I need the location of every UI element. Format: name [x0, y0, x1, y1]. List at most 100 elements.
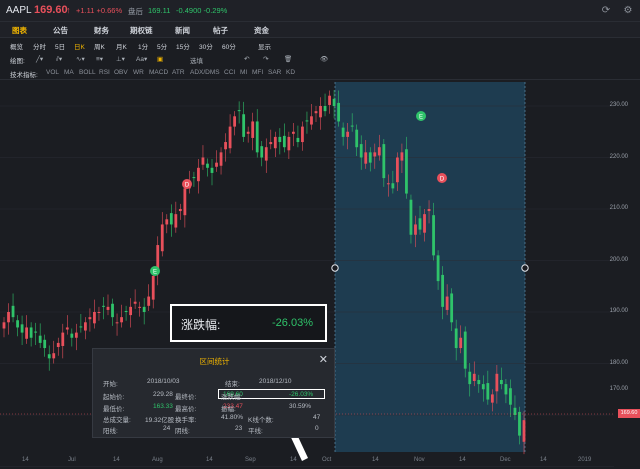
- candle-body: [282, 135, 286, 148]
- drawing-label: 绘图:: [10, 58, 25, 65]
- indicator-wr[interactable]: WR: [133, 69, 144, 76]
- tab-chart[interactable]: 图表: [12, 25, 27, 36]
- candle-body: [364, 152, 368, 164]
- indicator-boll[interactable]: BOLL: [79, 69, 96, 76]
- select-fill-button[interactable]: 选填: [190, 55, 203, 65]
- tab-announcements[interactable]: 公告: [53, 25, 68, 36]
- period-monthly[interactable]: 月K: [116, 41, 127, 51]
- text-tool-icon[interactable]: Aa▾: [136, 55, 147, 63]
- x-tick-label: 14: [206, 457, 213, 463]
- candle-body: [165, 219, 169, 225]
- indicator-ma[interactable]: MA: [64, 69, 74, 76]
- x-tick-label: 14: [22, 457, 29, 463]
- period-5day[interactable]: 5日: [55, 41, 65, 51]
- fib-tool-icon[interactable]: ≡▾: [96, 55, 103, 63]
- x-tick-label: 14: [540, 457, 547, 463]
- close-icon[interactable]: ✕: [319, 353, 328, 366]
- stat-key: K线个数:: [248, 417, 274, 424]
- selection-range[interactable]: [335, 82, 525, 452]
- main-tabs: 图表 公告 财务 期权链 新闻 帖子 资金: [0, 22, 640, 38]
- indicator-atr[interactable]: ATR: [172, 69, 185, 76]
- candle-body: [133, 301, 137, 304]
- candle-body: [518, 411, 521, 436]
- candle-body: [269, 142, 273, 145]
- range-end-handle[interactable]: [521, 264, 529, 272]
- range-start-handle[interactable]: [331, 264, 339, 272]
- start-label: 开始:: [103, 381, 118, 388]
- pattern-tool-icon[interactable]: ∿▾: [76, 55, 85, 63]
- x-tick-label: 14: [372, 457, 379, 463]
- period-15min[interactable]: 15分: [176, 41, 190, 51]
- stat-key: 阳线:: [103, 428, 118, 435]
- candle-body: [346, 131, 350, 137]
- indicator-macd[interactable]: MACD: [149, 69, 168, 76]
- candle-body: [7, 312, 10, 323]
- period-60min[interactable]: 60分: [222, 41, 236, 51]
- candle-body: [255, 121, 259, 153]
- tab-options-chain[interactable]: 期权链: [130, 25, 153, 36]
- stat-value: 229.28: [153, 391, 173, 398]
- earnings-marker[interactable]: E: [416, 111, 426, 121]
- redo-icon[interactable]: ↷: [263, 55, 268, 63]
- line-tool-icon[interactable]: ╱▾: [36, 55, 43, 63]
- after-hours-change: -0.4900 -0.29%: [176, 6, 228, 15]
- earnings-marker[interactable]: E: [150, 266, 160, 276]
- candle-body: [215, 162, 218, 167]
- stat-key: 涨跌幅:: [221, 394, 243, 401]
- tab-capital[interactable]: 资金: [254, 25, 269, 36]
- period-1min[interactable]: 1分: [138, 41, 148, 51]
- period-weekly[interactable]: 周K: [94, 41, 105, 51]
- undo-icon[interactable]: ↶: [244, 55, 249, 63]
- indicator-rsi[interactable]: RSI: [99, 69, 110, 76]
- candle-body: [319, 106, 322, 118]
- display-menu[interactable]: 显示: [258, 41, 271, 51]
- candle-body: [201, 157, 205, 165]
- period-5min[interactable]: 5分: [157, 41, 167, 51]
- indicator-kd[interactable]: KD: [286, 69, 295, 76]
- candle-body: [106, 306, 110, 310]
- indicator-adx[interactable]: ADX/DMS: [190, 69, 220, 76]
- refresh-icon[interactable]: ⟳: [600, 5, 612, 17]
- candle-body: [160, 224, 164, 252]
- tab-posts[interactable]: 帖子: [213, 25, 228, 36]
- drawing-toolbar: 绘图: ╱▾ ⫽▾ ∿▾ ≡▾ ⊥▾ Aa▾ ▣ 选填 ↶ ↷ 🗑 👁: [0, 52, 640, 66]
- period-overview[interactable]: 概览: [10, 41, 23, 51]
- tab-news[interactable]: 新闻: [175, 25, 190, 36]
- candle-body: [65, 327, 69, 330]
- settings-icon[interactable]: ⚙: [622, 5, 634, 17]
- candle-body: [454, 328, 458, 349]
- magnet-icon[interactable]: ▣: [157, 55, 163, 63]
- price-change: +1.11 +0.66%: [76, 6, 123, 15]
- candle-body: [337, 102, 341, 122]
- candle-body: [305, 120, 309, 122]
- indicator-mi[interactable]: MI: [240, 69, 247, 76]
- stat-key: 起始价:: [103, 394, 125, 401]
- x-tick-label: Oct: [322, 457, 332, 463]
- candle-body: [391, 183, 395, 189]
- indicator-obv[interactable]: OBV: [114, 69, 128, 76]
- indicator-vol[interactable]: VOL: [46, 69, 59, 76]
- period-30min[interactable]: 30分: [199, 41, 213, 51]
- visibility-icon[interactable]: 👁: [320, 55, 328, 63]
- indicator-sar[interactable]: SAR: [268, 69, 281, 76]
- period-daily[interactable]: 日K: [74, 41, 85, 51]
- candle-body: [495, 373, 499, 392]
- indicator-mfi[interactable]: MFI: [252, 69, 263, 76]
- stat-value: 0: [315, 425, 319, 432]
- candle-body: [97, 312, 101, 313]
- measure-tool-icon[interactable]: ⊥▾: [116, 55, 125, 63]
- indicator-cci[interactable]: CCI: [224, 69, 235, 76]
- y-tick-label: 200.00: [609, 257, 628, 263]
- delete-icon[interactable]: 🗑: [284, 55, 292, 63]
- tab-financials[interactable]: 财务: [94, 25, 109, 36]
- candle-body: [61, 332, 65, 346]
- x-tick-label: Sep: [245, 457, 256, 463]
- dividend-marker[interactable]: D: [182, 179, 192, 189]
- indicator-label: 技术指标:: [10, 72, 38, 79]
- y-tick-label: 230.00: [609, 102, 628, 108]
- dividend-marker[interactable]: D: [437, 173, 447, 183]
- channel-tool-icon[interactable]: ⫽▾: [56, 55, 62, 64]
- period-intraday[interactable]: 分时: [33, 41, 46, 51]
- candle-body: [178, 209, 182, 212]
- svg-text:D: D: [440, 177, 445, 183]
